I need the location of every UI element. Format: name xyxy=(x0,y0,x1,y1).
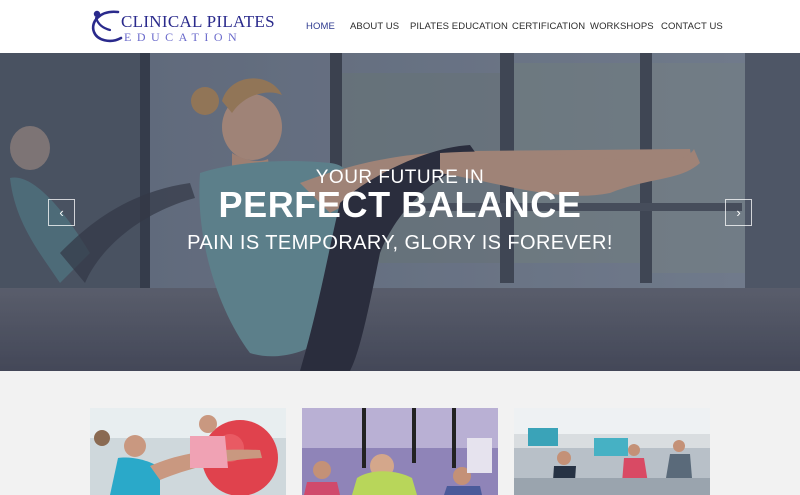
feature-cards xyxy=(0,371,800,495)
nav-about-us[interactable]: ABOUT US xyxy=(350,21,399,32)
nav-workshops[interactable]: WORKSHOPS xyxy=(590,21,654,32)
chevron-left-icon: ‹ xyxy=(59,205,64,220)
hero-title: PERFECT BALANCE xyxy=(218,184,582,225)
slider-prev-button[interactable]: ‹ xyxy=(48,199,75,226)
suspension-training-class-photo xyxy=(302,408,498,495)
main-nav: HOME ABOUT US PILATES EDUCATION CERTIFIC… xyxy=(0,0,800,53)
nav-home[interactable]: HOME xyxy=(306,21,335,32)
card-suspension-training[interactable] xyxy=(302,408,498,495)
hero-slider: YOUR FUTURE IN PERFECT BALANCE PAIN IS T… xyxy=(0,53,800,371)
exercise-ball-class-photo xyxy=(90,408,286,495)
card-reformer-studio[interactable] xyxy=(514,408,710,495)
nav-pilates-education[interactable]: PILATES EDUCATION xyxy=(410,21,508,32)
reformer-studio-class-photo xyxy=(514,408,710,495)
hero-tagline: PAIN IS TEMPORARY, GLORY IS FOREVER! xyxy=(187,232,613,254)
slider-next-button[interactable]: › xyxy=(725,199,752,226)
card-exercise-ball[interactable] xyxy=(90,408,286,495)
chevron-right-icon: › xyxy=(736,205,741,220)
nav-contact-us[interactable]: CONTACT US xyxy=(661,21,723,32)
nav-certification[interactable]: CERTIFICATION xyxy=(512,21,585,32)
site-header: CLINICAL PILATES EDUCATION HOME ABOUT US… xyxy=(0,0,800,53)
